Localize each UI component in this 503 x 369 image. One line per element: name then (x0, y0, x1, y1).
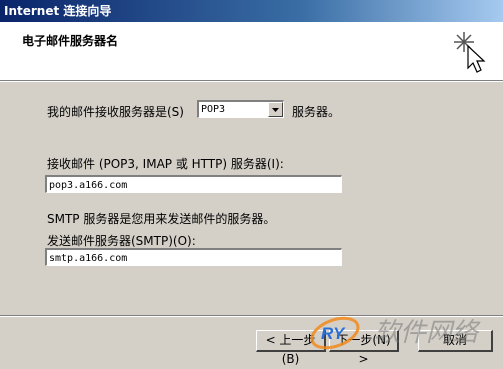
back-button[interactable]: < 上一步(B) (256, 330, 326, 366)
cancel-button[interactable]: 取消 (418, 330, 493, 352)
incoming-server-input[interactable] (47, 178, 341, 193)
wizard-cursor-icon (454, 32, 486, 73)
smtp-description: SMTP 服务器是您用来发送邮件的服务器。 (47, 212, 276, 226)
next-button[interactable]: 下一步(N) > (329, 330, 399, 366)
wizard-window: Internet 连接向导 电子邮件服务器名 我的邮件接收服务器是(S) POP… (0, 0, 503, 366)
incoming-server-label: 接收邮件 (POP3, IMAP 或 HTTP) 服务器(I): (47, 157, 284, 171)
outgoing-server-label: 发送邮件服务器(SMTP)(O): (47, 234, 196, 248)
server-suffix-label: 服务器。 (292, 105, 341, 119)
incoming-type-label: 我的邮件接收服务器是(S) (47, 105, 184, 119)
window-title: Internet 连接向导 (4, 4, 112, 18)
selected-server-type: POP3 (201, 104, 226, 115)
outgoing-server-field[interactable] (45, 248, 342, 266)
wizard-header: 电子邮件服务器名 (0, 22, 503, 81)
title-bar: Internet 连接向导 (0, 0, 503, 22)
outgoing-server-input[interactable] (47, 251, 341, 266)
header-divider (0, 81, 503, 82)
page-title: 电子邮件服务器名 (22, 34, 119, 48)
incoming-server-type-select[interactable]: POP3 (197, 100, 284, 118)
dropdown-button[interactable] (268, 102, 283, 117)
footer-divider-highlight (0, 316, 503, 317)
chevron-down-icon (272, 108, 279, 112)
incoming-server-field[interactable] (45, 175, 342, 193)
